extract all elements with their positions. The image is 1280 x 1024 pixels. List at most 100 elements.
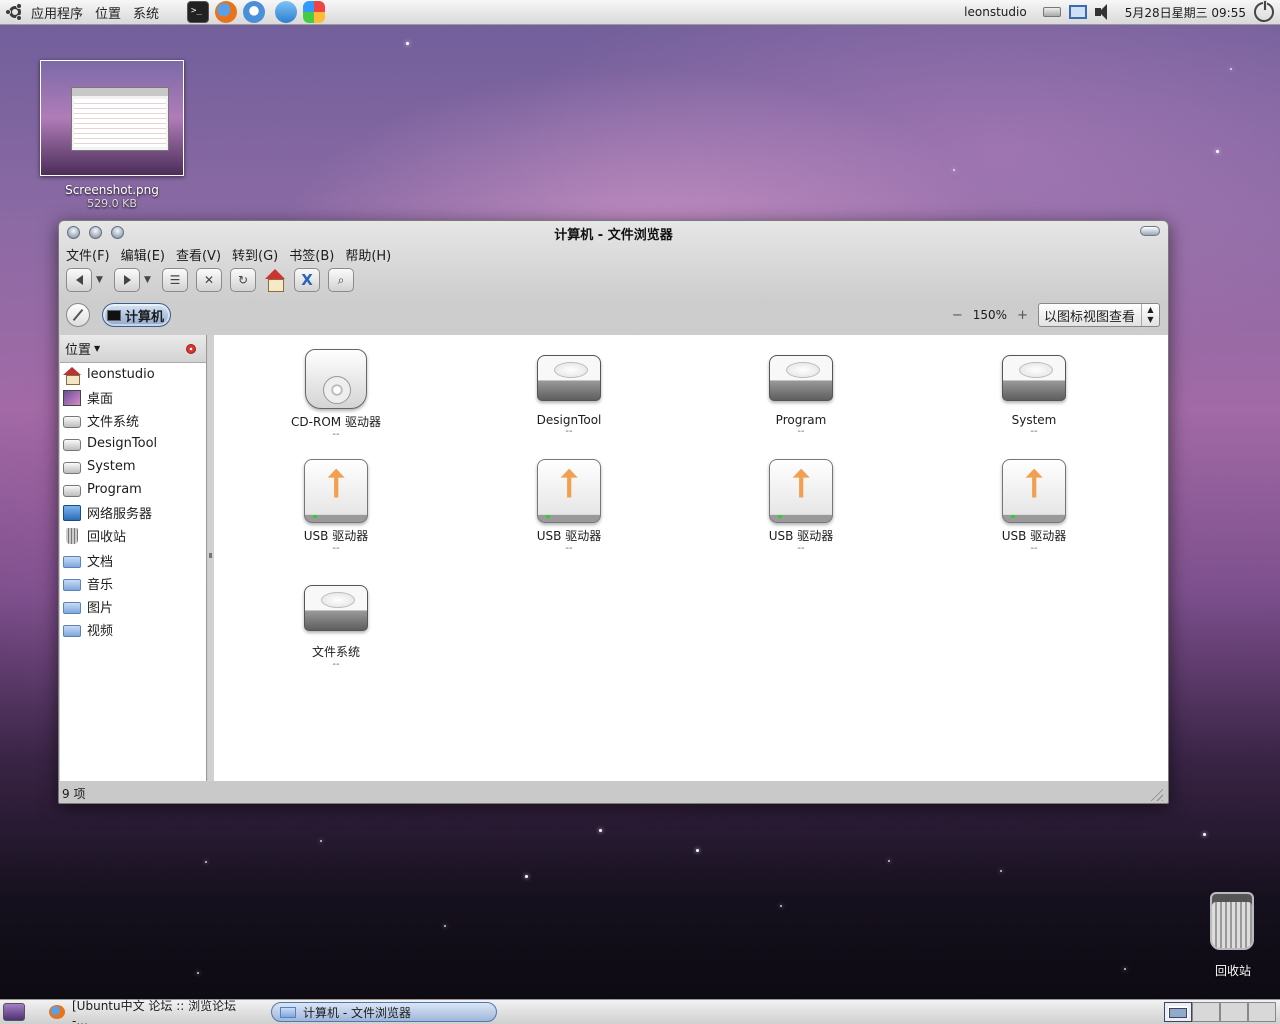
sidebar-item-system[interactable]: System [60, 455, 206, 478]
firefox-launcher-icon[interactable] [215, 1, 238, 23]
file-name: CD-ROM 驱动器 [291, 415, 381, 429]
sidebar-item-videos[interactable]: 视频 [60, 618, 206, 641]
workspace-3[interactable] [1220, 1002, 1248, 1022]
menu-file[interactable]: 文件(F) [66, 245, 110, 264]
file-info: -- [332, 659, 340, 670]
terminal-launcher-icon[interactable] [187, 1, 210, 23]
resize-grip-icon[interactable] [1149, 787, 1163, 801]
menu-view[interactable]: 查看(V) [176, 245, 221, 264]
sidebar-item-label: 文件系统 [87, 415, 140, 430]
panel-clock[interactable]: 5月28日星期三 09:55 [1125, 4, 1246, 21]
screenshot-file-label[interactable]: Screenshot.png 529.0 KB [40, 183, 184, 210]
select-arrows-icon: ▲ ▼ [1141, 304, 1159, 326]
file-item-program[interactable]: Program -- [741, 355, 861, 437]
power-icon[interactable] [1254, 0, 1274, 22]
sidebar-close-icon[interactable] [186, 344, 196, 354]
file-item-usb[interactable]: USB 驱动器 -- [741, 459, 861, 554]
star [444, 925, 446, 927]
drive-icon [63, 415, 81, 428]
sidebar-item-trash[interactable]: 回收站 [60, 524, 206, 547]
sidebar-item-documents[interactable]: 文档 [60, 549, 206, 572]
desktop-trash-label[interactable]: 回收站 [1196, 962, 1270, 979]
desktop-trash-icon[interactable] [1206, 892, 1258, 956]
file-item-filesystem[interactable]: 文件系统 -- [276, 585, 396, 670]
network-icon[interactable] [1068, 5, 1087, 19]
sidebar-header[interactable]: 位置 ▼ [60, 335, 206, 363]
sidebar-item-designtool[interactable]: DesignTool [60, 432, 206, 455]
sidebar-item-label: leonstudio [87, 367, 155, 382]
menu-help[interactable]: 帮助(H) [345, 245, 391, 264]
file-item-usb[interactable]: USB 驱动器 -- [509, 459, 629, 554]
applications-menu[interactable]: 应用程序 [31, 3, 83, 22]
back-history-dropdown-icon[interactable]: ▼ [96, 275, 104, 285]
file-browser-window: 计算机 - 文件浏览器 文件(F) 编辑(E) 查看(V) 转到(G) 书签(B… [58, 220, 1169, 804]
sidebar-item-home[interactable]: leonstudio [60, 363, 206, 386]
sidebar-item-pictures[interactable]: 图片 [60, 595, 206, 618]
back-arrow-icon [75, 275, 83, 285]
screenshot-file-size: 529.0 KB [87, 197, 137, 210]
menu-bookmarks[interactable]: 书签(B) [289, 245, 334, 264]
sidebar-item-music[interactable]: 音乐 [60, 572, 206, 595]
printer-icon[interactable] [1042, 7, 1061, 17]
sidebar-item-label: 音乐 [87, 578, 114, 593]
workspace-1[interactable] [1164, 1002, 1192, 1022]
folder-icon [63, 625, 81, 637]
taskbar-item-firefox[interactable]: [Ubuntu中文 论坛 :: 浏览论坛 -... [41, 999, 261, 1024]
sidebar-item-label: 网络服务器 [87, 507, 153, 522]
menu-go[interactable]: 转到(G) [232, 245, 278, 264]
volume-icon[interactable] [1094, 4, 1113, 20]
screenshot-file-thumbnail[interactable] [40, 60, 184, 176]
sidebar-item-label: 视频 [87, 624, 114, 639]
zoom-out-button[interactable]: − [952, 308, 963, 323]
file-item-usb[interactable]: USB 驱动器 -- [974, 459, 1094, 554]
toolbar-toggle-icon[interactable] [1140, 226, 1160, 236]
sidebar-item-filesystem[interactable]: 文件系统 [60, 409, 206, 432]
panel-username[interactable]: leonstudio [964, 5, 1027, 19]
breadcrumb-computer[interactable]: 计算机 [102, 303, 172, 327]
sidebar-item-label: Program [87, 482, 142, 497]
file-item-cdrom[interactable]: CD-ROM 驱动器 -- [276, 349, 396, 440]
places-menu[interactable]: 位置 [95, 3, 121, 22]
screenshot-file-name: Screenshot.png [65, 183, 159, 197]
workspace-4[interactable] [1248, 1002, 1276, 1022]
system-menu[interactable]: 系统 [133, 3, 159, 22]
up-folder-icon: ☰ [169, 273, 181, 287]
zoom-in-button[interactable]: + [1017, 308, 1028, 323]
folder-icon [280, 1006, 296, 1018]
window-titlebar[interactable]: 计算机 - 文件浏览器 [59, 221, 1168, 243]
sidebar-header-label: 位置 [65, 343, 92, 358]
star [953, 169, 955, 171]
chat-launcher-icon[interactable] [243, 1, 266, 23]
file-item-usb[interactable]: USB 驱动器 -- [276, 459, 396, 554]
sidebar-item-label: DesignTool [87, 436, 158, 451]
up-button[interactable]: ☰ [162, 268, 188, 292]
star [1216, 150, 1219, 153]
menu-edit[interactable]: 编辑(E) [121, 245, 165, 264]
file-item-system[interactable]: System -- [974, 355, 1094, 437]
stop-icon: ✕ [203, 273, 215, 287]
sidebar-item-desktop[interactable]: 桌面 [60, 386, 206, 409]
home-icon[interactable] [264, 269, 286, 292]
file-name: 文件系统 [311, 645, 360, 659]
search-button[interactable]: ⌕ [328, 268, 354, 292]
zoom-level[interactable]: 150% [973, 308, 1007, 322]
ubuntu-logo-icon[interactable] [5, 2, 25, 22]
star [696, 849, 699, 852]
taskbar-item-file-browser[interactable]: 计算机 - 文件浏览器 [271, 1002, 497, 1022]
paint-launcher-icon[interactable] [303, 1, 326, 23]
sidebar-item-program[interactable]: Program [60, 478, 206, 501]
file-icon-view[interactable]: CD-ROM 驱动器 -- DesignTool -- Program -- S… [214, 335, 1168, 781]
back-button[interactable] [66, 268, 92, 292]
show-desktop-icon[interactable] [3, 1003, 25, 1021]
bug-report-launcher-icon[interactable] [275, 1, 298, 23]
stop-button[interactable]: ✕ [196, 268, 222, 292]
reload-button[interactable]: ↻ [230, 268, 256, 292]
location-toggle-icon[interactable] [66, 303, 90, 327]
file-item-designtool[interactable]: DesignTool -- [509, 355, 629, 437]
workspace-2[interactable] [1192, 1002, 1220, 1022]
forward-history-dropdown-icon[interactable]: ▼ [144, 275, 152, 285]
computer-button[interactable]: X [294, 268, 320, 292]
forward-button[interactable] [114, 268, 140, 292]
sidebar-item-network[interactable]: 网络服务器 [60, 501, 206, 524]
view-mode-select[interactable]: 以图标视图查看 ▲ ▼ [1038, 303, 1160, 327]
